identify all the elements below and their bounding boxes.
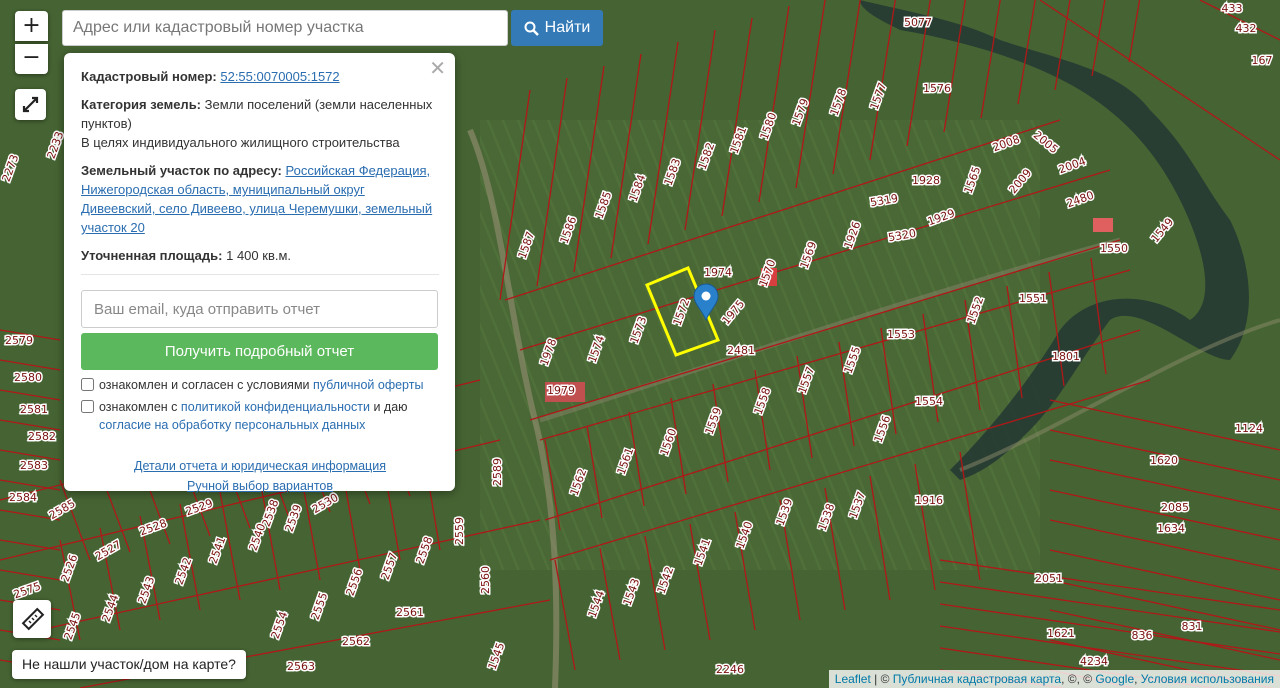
parcel-number-label: 1576 xyxy=(923,82,951,95)
parcel-number-label: 2246 xyxy=(716,663,744,676)
parcel-number-label: 167 xyxy=(1252,54,1273,67)
fullscreen-button[interactable] xyxy=(15,89,46,120)
parcel-number-label: 836 xyxy=(1132,629,1153,642)
parcel-number-label: 2559 xyxy=(453,517,466,545)
get-report-button[interactable]: Получить подробный отчет xyxy=(81,333,438,370)
building xyxy=(1093,218,1113,232)
parcel-number-label: 1553 xyxy=(887,328,915,341)
parcel-number-label: 1550 xyxy=(1100,242,1128,255)
terms-link[interactable]: Условия использования xyxy=(1141,672,1274,686)
parcel-number-label: 2582 xyxy=(28,430,56,443)
consent-offer-text: ознакомлен и согласен с условиями xyxy=(99,378,310,392)
public-offer-link[interactable]: публичной оферты xyxy=(313,378,423,392)
parcel-number-label: 2584 xyxy=(9,491,37,504)
fullscreen-icon xyxy=(22,96,39,113)
parcel-number-label: 2579 xyxy=(5,334,33,347)
cadastral-number-link[interactable]: 52:55:0070005:1572 xyxy=(220,69,339,84)
parcel-number-label: 2581 xyxy=(20,403,48,416)
category-use: В целях индивидуального жилищного строит… xyxy=(81,135,400,150)
parcel-info-popup: ✕ Кадастровый номер: 52:55:0070005:1572 … xyxy=(64,53,455,493)
zoom-in-button[interactable]: + xyxy=(15,11,48,41)
leaflet-link[interactable]: Leaflet xyxy=(835,672,871,686)
privacy-policy-link[interactable]: политикой конфиденциальности xyxy=(181,400,370,414)
parcel-number-label: 2051 xyxy=(1035,572,1063,585)
cadastral-map-link[interactable]: Публичная кадастровая карта xyxy=(893,672,1061,686)
area-label: Уточненная площадь: xyxy=(81,248,223,263)
parcel-number-label: 1979 xyxy=(547,384,575,397)
zoom-out-button[interactable]: − xyxy=(15,44,48,74)
not-found-button[interactable]: Не нашли участок/дом на карте? xyxy=(12,650,246,679)
parcel-number-label: 831 xyxy=(1182,620,1203,633)
consent-privacy-mid: и даю xyxy=(373,400,408,414)
ruler-button[interactable] xyxy=(13,600,51,638)
parcel-number-label: 1554 xyxy=(915,395,943,408)
offer-consent-checkbox[interactable] xyxy=(81,378,94,391)
parcel-number-label: 1620 xyxy=(1150,454,1178,467)
category-label: Категория земель: xyxy=(81,97,202,112)
consent-privacy-text: ознакомлен с xyxy=(99,400,178,414)
attribution-sep: | © xyxy=(870,672,893,686)
cadastral-label: Кадастровый номер: xyxy=(81,69,217,84)
area-value: 1 400 кв.м. xyxy=(226,248,292,263)
parcel-number-label: 1634 xyxy=(1157,522,1185,535)
parcel-number-label: 2561 xyxy=(396,606,424,619)
parcel-number-label: 2560 xyxy=(479,566,492,594)
address-label: Земельный участок по адресу: xyxy=(81,163,282,178)
parcel-number-label: 2583 xyxy=(20,459,48,472)
report-details-link[interactable]: Детали отчета и юридическая информация xyxy=(134,459,386,473)
parcel-number-label: 1916 xyxy=(915,494,943,507)
find-button-label: Найти xyxy=(544,19,591,36)
data-processing-link[interactable]: согласие на обработку персональных данны… xyxy=(99,418,365,432)
parcel-number-label: 5077 xyxy=(904,16,932,29)
close-icon[interactable]: ✕ xyxy=(429,59,446,79)
parcel-number-label: 2589 xyxy=(491,458,504,486)
search-input[interactable] xyxy=(62,10,508,46)
map-attribution: Leaflet | © Публичная кадастровая карта,… xyxy=(828,670,1280,688)
parcel-number-label: 1551 xyxy=(1019,292,1047,305)
email-field[interactable] xyxy=(81,290,438,328)
parcel-number-label: 2085 xyxy=(1161,501,1189,514)
manual-selection-link[interactable]: Ручной выбор вариантов xyxy=(187,479,333,493)
parcel-number-label: 1621 xyxy=(1047,627,1075,640)
parcel-number-label: 2562 xyxy=(342,635,370,648)
ruler-icon xyxy=(21,607,45,631)
privacy-consent-checkbox[interactable] xyxy=(81,400,94,413)
parcel-number-label: 2481 xyxy=(727,344,755,357)
parcel-number-label: 2580 xyxy=(14,371,42,384)
parcel-number-label: 433 xyxy=(1222,2,1243,15)
parcel-number-label: 1124 xyxy=(1235,422,1263,435)
parcel-number-label: 1928 xyxy=(912,174,940,187)
search-icon xyxy=(524,21,539,36)
parcel-number-label: 432 xyxy=(1236,22,1257,35)
attribution-rest: , ©, © xyxy=(1061,672,1096,686)
parcel-number-label: 1801 xyxy=(1052,350,1080,363)
parcel-number-label: 1974 xyxy=(704,266,732,279)
parcel-number-label: 2563 xyxy=(287,660,315,673)
parcel-number-label: 4234 xyxy=(1080,655,1108,668)
find-button[interactable]: Найти xyxy=(511,10,603,46)
google-link[interactable]: Google xyxy=(1095,672,1134,686)
